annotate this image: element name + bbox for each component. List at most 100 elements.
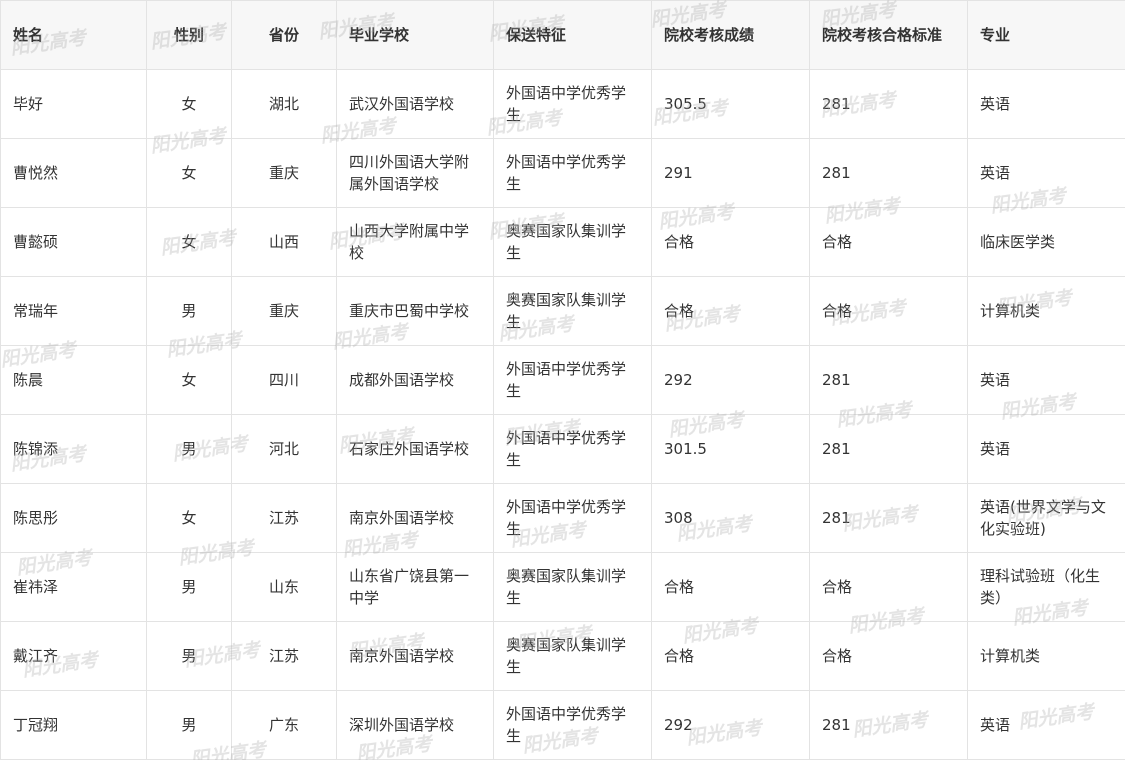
cell-gender: 男	[146, 414, 232, 484]
cell-major: 临床医学类	[967, 207, 1125, 277]
cell-assessment-score: 292	[651, 690, 810, 760]
cell-school: 山西大学附属中学校	[336, 207, 494, 277]
cell-school: 南京外国语学校	[336, 483, 494, 553]
cell-major: 英语	[967, 138, 1125, 208]
table-body: 毕好女湖北 武汉外国语学校 外国语中学优秀学生 305.5 281 英语 曹悦然女重庆 四川外…	[0, 69, 1125, 760]
table-row: 常瑞年男重庆 重庆市巴蜀中学校 奥赛国家队集训学生 合格 合格 计算机类	[0, 276, 1125, 346]
cell-gender: 男	[146, 690, 232, 760]
table-row: 陈思彤女江苏 南京外国语学校 外国语中学优秀学生 308 281 英语(世界文学与文化实验…	[0, 483, 1125, 553]
header-gender: 性别	[146, 0, 232, 70]
cell-name: 陈晨	[0, 345, 147, 415]
cell-province: 重庆	[231, 138, 337, 208]
cell-school: 南京外国语学校	[336, 621, 494, 691]
header-recommendation-type: 保送特征	[493, 0, 652, 70]
table-row: 曹悦然女重庆 四川外国语大学附属外国语学校 外国语中学优秀学生 291 281 英语	[0, 138, 1125, 208]
header-school: 毕业学校	[336, 0, 494, 70]
cell-assessment-score: 292	[651, 345, 810, 415]
cell-assessment-score: 308	[651, 483, 810, 553]
cell-recommendation-type: 外国语中学优秀学生	[493, 138, 652, 208]
cell-province: 河北	[231, 414, 337, 484]
cell-recommendation-type: 外国语中学优秀学生	[493, 69, 652, 139]
cell-gender: 女	[146, 207, 232, 277]
cell-recommendation-type: 外国语中学优秀学生	[493, 690, 652, 760]
cell-school: 成都外国语学校	[336, 345, 494, 415]
cell-school: 石家庄外国语学校	[336, 414, 494, 484]
cell-school: 武汉外国语学校	[336, 69, 494, 139]
cell-school: 深圳外国语学校	[336, 690, 494, 760]
cell-major: 英语	[967, 414, 1125, 484]
results-table-container: 姓名 性别 省份 毕业学校 保送特征 院校考核成绩 院校考核合格标准 专业 毕好…	[0, 0, 1125, 760]
cell-gender: 男	[146, 621, 232, 691]
cell-province: 四川	[231, 345, 337, 415]
cell-recommendation-type: 奥赛国家队集训学生	[493, 552, 652, 622]
cell-recommendation-type: 外国语中学优秀学生	[493, 483, 652, 553]
table-row: 丁冠翔男广东 深圳外国语学校 外国语中学优秀学生 292 281 英语	[0, 690, 1125, 760]
cell-gender: 男	[146, 552, 232, 622]
cell-name: 曹懿硕	[0, 207, 147, 277]
cell-gender: 女	[146, 483, 232, 553]
cell-assessment-score: 291	[651, 138, 810, 208]
cell-assessment-score: 合格	[651, 276, 810, 346]
cell-passing-standard: 281	[809, 345, 968, 415]
header-province: 省份	[231, 0, 337, 70]
header-name: 姓名	[0, 0, 147, 70]
cell-gender: 女	[146, 138, 232, 208]
cell-school: 山东省广饶县第一中学	[336, 552, 494, 622]
cell-school: 重庆市巴蜀中学校	[336, 276, 494, 346]
cell-major: 英语	[967, 345, 1125, 415]
cell-recommendation-type: 奥赛国家队集训学生	[493, 276, 652, 346]
cell-name: 崔祎泽	[0, 552, 147, 622]
cell-passing-standard: 281	[809, 690, 968, 760]
cell-province: 山西	[231, 207, 337, 277]
cell-passing-standard: 合格	[809, 207, 968, 277]
cell-name: 陈锦添	[0, 414, 147, 484]
cell-school: 四川外国语大学附属外国语学校	[336, 138, 494, 208]
cell-major: 计算机类	[967, 276, 1125, 346]
cell-province: 重庆	[231, 276, 337, 346]
cell-province: 江苏	[231, 483, 337, 553]
cell-passing-standard: 合格	[809, 552, 968, 622]
cell-name: 丁冠翔	[0, 690, 147, 760]
table-row: 陈晨女四川 成都外国语学校 外国语中学优秀学生 292 281 英语	[0, 345, 1125, 415]
cell-province: 山东	[231, 552, 337, 622]
cell-recommendation-type: 奥赛国家队集训学生	[493, 621, 652, 691]
table-row: 戴江齐男江苏 南京外国语学校 奥赛国家队集训学生 合格 合格 计算机类	[0, 621, 1125, 691]
cell-recommendation-type: 奥赛国家队集训学生	[493, 207, 652, 277]
table-row: 毕好女湖北 武汉外国语学校 外国语中学优秀学生 305.5 281 英语	[0, 69, 1125, 139]
cell-name: 常瑞年	[0, 276, 147, 346]
cell-assessment-score: 合格	[651, 552, 810, 622]
cell-major: 英语	[967, 69, 1125, 139]
header-passing-standard: 院校考核合格标准	[809, 0, 968, 70]
table-row: 崔祎泽男山东 山东省广饶县第一中学 奥赛国家队集训学生 合格 合格 理科试验班（化生类）	[0, 552, 1125, 622]
table-row: 陈锦添男河北 石家庄外国语学校 外国语中学优秀学生 301.5 281 英语	[0, 414, 1125, 484]
table-header-row: 姓名 性别 省份 毕业学校 保送特征 院校考核成绩 院校考核合格标准 专业	[0, 0, 1125, 70]
cell-province: 广东	[231, 690, 337, 760]
cell-name: 曹悦然	[0, 138, 147, 208]
cell-name: 陈思彤	[0, 483, 147, 553]
cell-gender: 女	[146, 69, 232, 139]
cell-province: 湖北	[231, 69, 337, 139]
header-major: 专业	[967, 0, 1125, 70]
cell-major: 英语	[967, 690, 1125, 760]
cell-name: 毕好	[0, 69, 147, 139]
cell-passing-standard: 281	[809, 414, 968, 484]
cell-recommendation-type: 外国语中学优秀学生	[493, 414, 652, 484]
cell-passing-standard: 合格	[809, 276, 968, 346]
cell-assessment-score: 合格	[651, 621, 810, 691]
cell-assessment-score: 301.5	[651, 414, 810, 484]
cell-recommendation-type: 外国语中学优秀学生	[493, 345, 652, 415]
cell-gender: 男	[146, 276, 232, 346]
cell-name: 戴江齐	[0, 621, 147, 691]
cell-major: 计算机类	[967, 621, 1125, 691]
table-row: 曹懿硕女山西 山西大学附属中学校 奥赛国家队集训学生 合格 合格 临床医学类	[0, 207, 1125, 277]
cell-province: 江苏	[231, 621, 337, 691]
cell-major: 理科试验班（化生类）	[967, 552, 1125, 622]
cell-assessment-score: 305.5	[651, 69, 810, 139]
cell-passing-standard: 281	[809, 483, 968, 553]
header-assessment-score: 院校考核成绩	[651, 0, 810, 70]
admission-results-table: 姓名 性别 省份 毕业学校 保送特征 院校考核成绩 院校考核合格标准 专业 毕好…	[0, 0, 1125, 760]
cell-passing-standard: 281	[809, 138, 968, 208]
cell-assessment-score: 合格	[651, 207, 810, 277]
cell-major: 英语(世界文学与文化实验班)	[967, 483, 1125, 553]
cell-passing-standard: 合格	[809, 621, 968, 691]
